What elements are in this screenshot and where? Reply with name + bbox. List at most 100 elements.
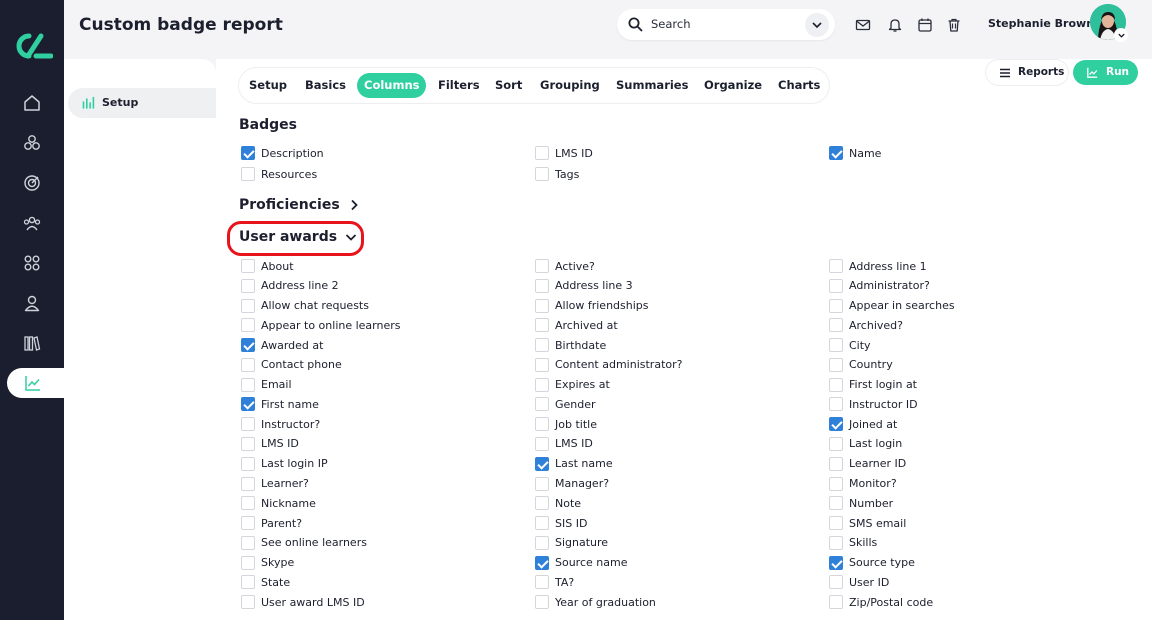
checkbox[interactable] bbox=[241, 146, 255, 160]
checkbox[interactable] bbox=[535, 318, 549, 333]
column-option[interactable]: LMS ID bbox=[535, 145, 593, 161]
checkbox[interactable] bbox=[829, 377, 843, 392]
checkbox[interactable] bbox=[535, 436, 549, 451]
trash-icon[interactable] bbox=[946, 17, 962, 33]
checkbox[interactable] bbox=[241, 298, 255, 313]
column-option[interactable]: Awarded at bbox=[241, 337, 323, 353]
account-menu-chevron[interactable] bbox=[1114, 28, 1128, 42]
tab-organize[interactable]: Organize bbox=[697, 73, 769, 98]
column-option[interactable]: Appear in searches bbox=[829, 298, 955, 314]
checkbox[interactable] bbox=[535, 535, 549, 550]
checkbox[interactable] bbox=[241, 417, 255, 432]
checkbox[interactable] bbox=[829, 357, 843, 372]
tab-filters[interactable]: Filters bbox=[431, 73, 487, 98]
checkbox[interactable] bbox=[241, 278, 255, 293]
column-option[interactable]: State bbox=[241, 574, 290, 590]
checkbox[interactable] bbox=[241, 555, 255, 570]
tab-basics[interactable]: Basics bbox=[298, 73, 353, 98]
checkbox[interactable] bbox=[535, 476, 549, 491]
column-option[interactable]: Address line 2 bbox=[241, 278, 339, 294]
column-option[interactable]: Gender bbox=[535, 396, 596, 412]
column-option[interactable]: Source type bbox=[829, 555, 915, 571]
apps-icon[interactable] bbox=[20, 251, 44, 275]
search-dropdown-button[interactable] bbox=[805, 13, 829, 37]
column-option[interactable]: Instructor? bbox=[241, 416, 320, 432]
column-option[interactable]: TA? bbox=[535, 574, 574, 590]
tab-sort[interactable]: Sort bbox=[488, 73, 529, 98]
column-option[interactable]: Last login IP bbox=[241, 456, 328, 472]
tab-summaries[interactable]: Summaries bbox=[609, 73, 695, 98]
checkbox[interactable] bbox=[241, 167, 255, 181]
checkbox[interactable] bbox=[241, 496, 255, 511]
checkbox[interactable] bbox=[829, 436, 843, 451]
checkbox[interactable] bbox=[535, 377, 549, 392]
column-option[interactable]: User award LMS ID bbox=[241, 594, 365, 610]
calendar-icon[interactable] bbox=[917, 17, 933, 33]
checkbox[interactable] bbox=[535, 397, 549, 412]
column-option[interactable]: Skills bbox=[829, 535, 877, 551]
column-option[interactable]: SMS email bbox=[829, 515, 906, 531]
column-option[interactable]: Administrator? bbox=[829, 278, 930, 294]
checkbox[interactable] bbox=[241, 377, 255, 392]
checkbox[interactable] bbox=[829, 338, 843, 353]
checkbox[interactable] bbox=[241, 456, 255, 471]
run-button[interactable]: Run bbox=[1073, 60, 1138, 85]
users-icon[interactable] bbox=[20, 211, 44, 235]
checkbox[interactable] bbox=[535, 167, 549, 181]
checkbox[interactable] bbox=[535, 357, 549, 372]
column-option[interactable]: User ID bbox=[829, 574, 889, 590]
column-option[interactable]: Job title bbox=[535, 416, 597, 432]
column-option[interactable]: Source name bbox=[535, 555, 627, 571]
checkbox[interactable] bbox=[241, 436, 255, 451]
column-option[interactable]: Learner? bbox=[241, 476, 309, 492]
cubes-icon[interactable] bbox=[20, 131, 44, 155]
column-option[interactable]: Resources bbox=[241, 166, 317, 182]
mail-icon[interactable] bbox=[855, 17, 871, 33]
checkbox[interactable] bbox=[535, 259, 549, 273]
column-option[interactable]: Allow friendships bbox=[535, 298, 649, 314]
user-icon[interactable] bbox=[20, 291, 44, 315]
checkbox[interactable] bbox=[535, 146, 549, 160]
user-name[interactable]: Stephanie Brown bbox=[988, 17, 1094, 30]
column-option[interactable]: Signature bbox=[535, 535, 608, 551]
column-option[interactable]: Expires at bbox=[535, 377, 610, 393]
checkbox[interactable] bbox=[829, 397, 843, 412]
checkbox[interactable] bbox=[241, 318, 255, 333]
checkbox[interactable] bbox=[535, 338, 549, 353]
column-option[interactable]: Note bbox=[535, 495, 581, 511]
column-option[interactable]: Instructor ID bbox=[829, 396, 918, 412]
reports-button[interactable]: Reports bbox=[986, 60, 1068, 85]
column-option[interactable]: Allow chat requests bbox=[241, 298, 369, 314]
checkbox[interactable] bbox=[535, 496, 549, 511]
checkbox[interactable] bbox=[829, 555, 843, 570]
setup-panel-item[interactable]: Setup bbox=[68, 88, 216, 118]
checkbox[interactable] bbox=[829, 318, 843, 333]
search-input[interactable]: Search bbox=[617, 9, 835, 40]
column-option[interactable]: Tags bbox=[535, 166, 579, 182]
nav-item-reports-active[interactable] bbox=[7, 368, 64, 398]
column-option[interactable]: LMS ID bbox=[241, 436, 299, 452]
checkbox[interactable] bbox=[241, 476, 255, 491]
checkbox[interactable] bbox=[829, 456, 843, 471]
checkbox[interactable] bbox=[829, 298, 843, 313]
column-option[interactable]: About bbox=[241, 258, 294, 274]
checkbox[interactable] bbox=[829, 496, 843, 511]
column-option[interactable]: Nickname bbox=[241, 495, 316, 511]
checkbox[interactable] bbox=[241, 357, 255, 372]
column-option[interactable]: See online learners bbox=[241, 535, 367, 551]
checkbox[interactable] bbox=[241, 516, 255, 530]
column-option[interactable]: Archived at bbox=[535, 317, 618, 333]
column-option[interactable]: LMS ID bbox=[535, 436, 593, 452]
tab-columns[interactable]: Columns bbox=[357, 73, 427, 98]
library-icon[interactable] bbox=[20, 331, 44, 355]
column-option[interactable]: Joined at bbox=[829, 416, 897, 432]
column-option[interactable]: Description bbox=[241, 145, 324, 161]
column-option[interactable]: Name bbox=[829, 145, 881, 161]
column-option[interactable]: Country bbox=[829, 357, 893, 373]
checkbox[interactable] bbox=[535, 516, 549, 530]
checkbox[interactable] bbox=[241, 535, 255, 550]
column-option[interactable]: SIS ID bbox=[535, 515, 587, 531]
user-awards-section-toggle[interactable]: User awards bbox=[239, 229, 357, 245]
checkbox[interactable] bbox=[241, 259, 255, 273]
checkbox[interactable] bbox=[829, 516, 843, 530]
